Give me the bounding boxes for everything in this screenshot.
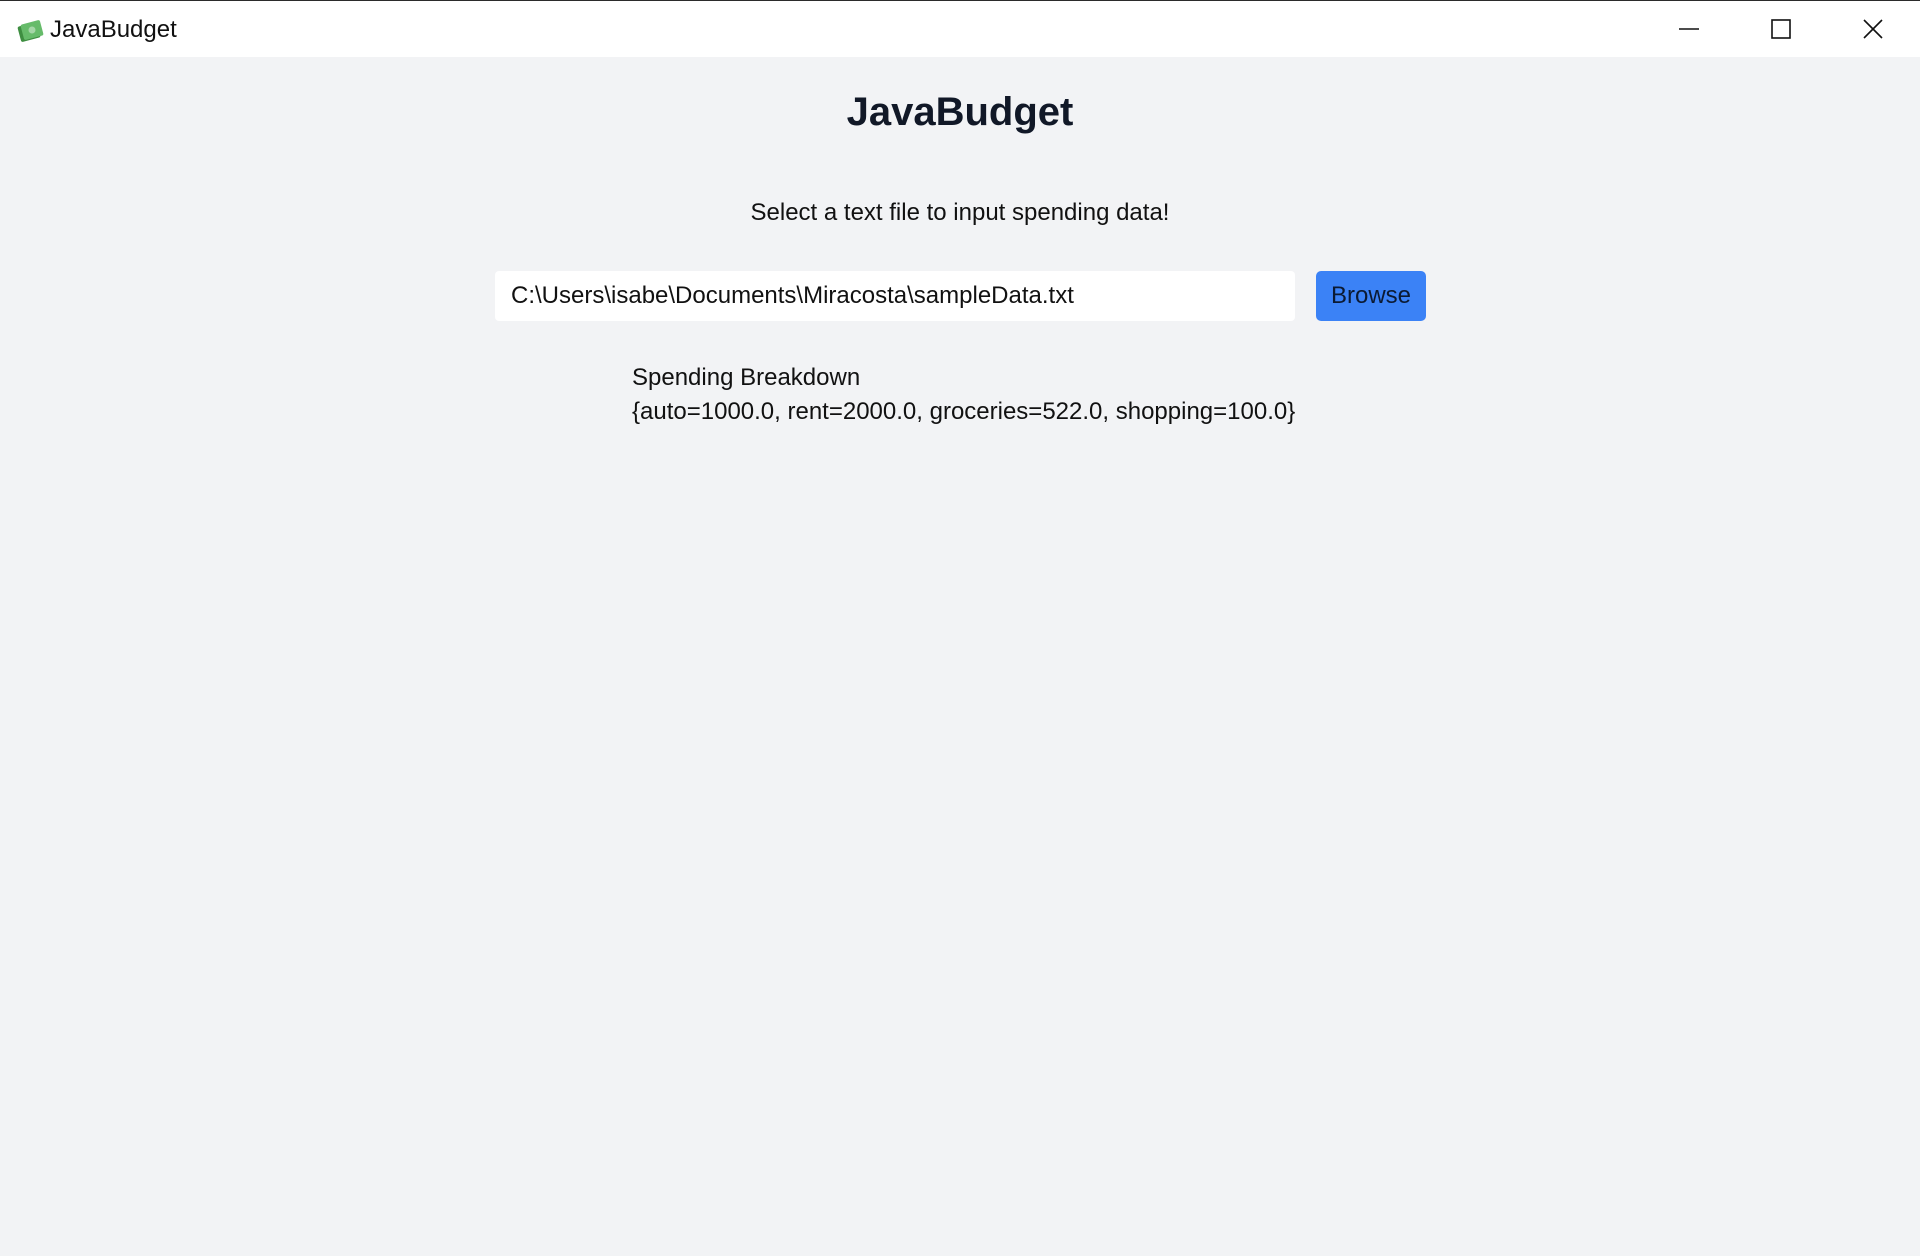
- maximize-button[interactable]: [1735, 1, 1827, 57]
- breakdown-values: {auto=1000.0, rent=2000.0, groceries=522…: [632, 398, 1296, 425]
- breakdown-title: Spending Breakdown: [632, 364, 861, 391]
- minimize-icon: [1679, 28, 1699, 30]
- file-prompt: Select a text file to input spending dat…: [750, 199, 1170, 226]
- page-title: JavaBudget: [846, 90, 1074, 134]
- close-button[interactable]: [1827, 1, 1919, 57]
- close-icon: [1863, 19, 1883, 39]
- minimize-button[interactable]: [1643, 1, 1735, 57]
- window-title: JavaBudget: [50, 16, 177, 43]
- maximize-icon: [1771, 19, 1791, 39]
- main-content: JavaBudget Select a text file to input s…: [0, 57, 1920, 1256]
- spending-breakdown: Spending Breakdown {auto=1000.0, rent=20…: [632, 361, 1295, 429]
- title-bar: JavaBudget: [0, 0, 1920, 57]
- money-bills-icon: [17, 20, 44, 42]
- file-path-input[interactable]: [495, 271, 1295, 321]
- browse-button[interactable]: Browse: [1316, 271, 1426, 321]
